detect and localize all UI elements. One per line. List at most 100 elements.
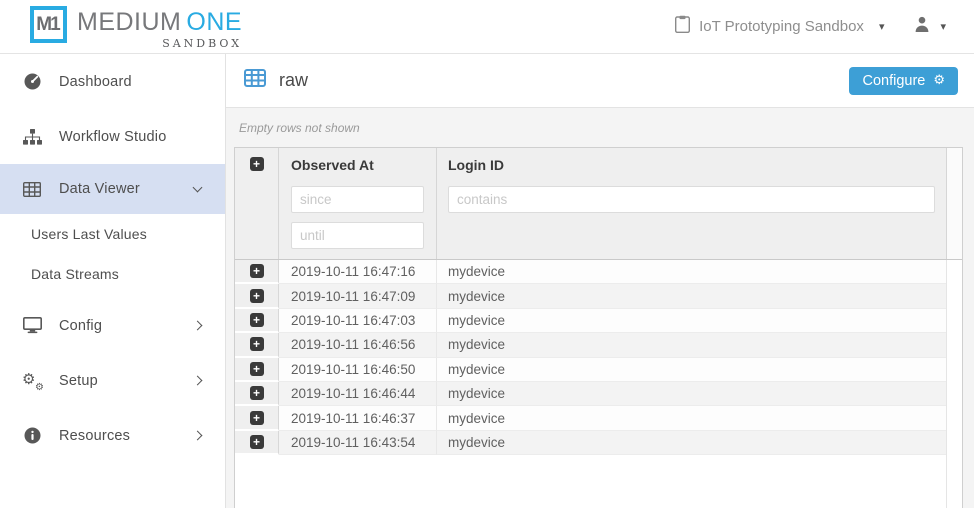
expand-row-button[interactable]: + bbox=[250, 289, 264, 303]
observed-at-cell: 2019-10-11 16:46:37 bbox=[279, 406, 437, 430]
brand-name-primary: MEDIUM bbox=[77, 8, 181, 36]
sidebar-item-workflow-studio[interactable]: Workflow Studio bbox=[0, 109, 225, 164]
table-row: + 2019-10-11 16:46:44 mydevice bbox=[235, 382, 946, 406]
table-row: + 2019-10-11 16:46:56 mydevice bbox=[235, 333, 946, 357]
content-body: Empty rows not shown + Observed At bbox=[226, 108, 974, 508]
filter-since-input[interactable] bbox=[291, 186, 424, 213]
logo-monogram: M1 bbox=[36, 14, 60, 36]
expand-all-cell: + bbox=[235, 148, 279, 259]
workspace-switcher[interactable]: IoT Prototyping Sandbox ▾ bbox=[675, 15, 884, 38]
brand-name-accent: ONE bbox=[186, 8, 242, 36]
empty-rows-note: Empty rows not shown bbox=[239, 121, 963, 135]
login-id-cell: mydevice bbox=[437, 260, 946, 284]
expand-cell: + bbox=[235, 406, 279, 430]
expand-row-button[interactable]: + bbox=[250, 435, 264, 449]
login-id-cell: mydevice bbox=[437, 382, 946, 406]
observed-at-cell: 2019-10-11 16:47:09 bbox=[279, 284, 437, 308]
content-header: raw Configure ⚙ bbox=[226, 54, 974, 108]
expand-cell: + bbox=[235, 431, 279, 455]
column-header-observed-at: Observed At bbox=[291, 157, 424, 173]
sidebar-subitem-label: Data Streams bbox=[31, 266, 119, 282]
expand-all-button[interactable]: + bbox=[250, 157, 264, 171]
table-row: + 2019-10-11 16:43:54 mydevice bbox=[235, 431, 946, 455]
expand-row-button[interactable]: + bbox=[250, 362, 264, 376]
expand-row-button[interactable]: + bbox=[250, 264, 264, 278]
expand-cell: + bbox=[235, 333, 279, 357]
expand-row-button[interactable]: + bbox=[250, 313, 264, 327]
user-menu[interactable]: ▾ bbox=[914, 16, 954, 37]
column-observed-at: Observed At bbox=[279, 148, 437, 259]
login-id-cell: mydevice bbox=[437, 358, 946, 382]
expand-cell: + bbox=[235, 309, 279, 333]
configure-button[interactable]: Configure ⚙ bbox=[849, 67, 958, 95]
table-row: + 2019-10-11 16:46:50 mydevice bbox=[235, 358, 946, 382]
table-rows: + 2019-10-11 16:47:16 mydevice + 2019-10… bbox=[235, 260, 946, 508]
table-row: + 2019-10-11 16:47:03 mydevice bbox=[235, 309, 946, 333]
brand-logo[interactable]: M1 MEDIUMONE SANDBOX bbox=[30, 3, 242, 50]
sidebar-item-dashboard[interactable]: Dashboard bbox=[0, 54, 225, 109]
expand-cell: + bbox=[235, 260, 279, 284]
chevron-down-icon: ▾ bbox=[879, 20, 885, 33]
sidebar-item-users-last-values[interactable]: Users Last Values bbox=[0, 214, 225, 254]
expand-cell: + bbox=[235, 284, 279, 308]
table-header: + Observed At Login ID bbox=[235, 148, 962, 260]
chevron-right-icon bbox=[193, 321, 203, 331]
sidebar-item-config[interactable]: Config bbox=[0, 298, 225, 353]
expand-cell: + bbox=[235, 358, 279, 382]
expand-cell: + bbox=[235, 382, 279, 406]
filter-until-input[interactable] bbox=[291, 222, 424, 249]
gauge-icon bbox=[22, 73, 42, 90]
observed-at-cell: 2019-10-11 16:43:54 bbox=[279, 431, 437, 455]
sidebar-subitem-label: Users Last Values bbox=[31, 226, 147, 242]
chevron-down-icon: ▾ bbox=[940, 20, 946, 33]
main-content: raw Configure ⚙ Empty rows not shown + bbox=[226, 54, 974, 508]
table-row: + 2019-10-11 16:47:09 mydevice bbox=[235, 284, 946, 308]
filter-contains-input[interactable] bbox=[448, 186, 935, 213]
sidebar-item-label: Data Viewer bbox=[59, 181, 140, 197]
table-row: + 2019-10-11 16:47:16 mydevice bbox=[235, 260, 946, 284]
chevron-right-icon bbox=[193, 376, 203, 386]
brand-subtitle: SANDBOX bbox=[162, 37, 242, 50]
observed-at-cell: 2019-10-11 16:47:16 bbox=[279, 260, 437, 284]
login-id-cell: mydevice bbox=[437, 333, 946, 357]
configure-button-label: Configure bbox=[862, 73, 925, 89]
workspace-label: IoT Prototyping Sandbox bbox=[699, 18, 864, 35]
sidebar-item-data-viewer[interactable]: Data Viewer bbox=[0, 164, 225, 214]
app-window: M1 MEDIUMONE SANDBOX IoT Prototyping San… bbox=[0, 0, 974, 508]
sidebar-item-label: Config bbox=[59, 318, 102, 334]
observed-at-cell: 2019-10-11 16:46:44 bbox=[279, 382, 437, 406]
sidebar-item-data-streams[interactable]: Data Streams bbox=[0, 254, 225, 294]
chevron-down-icon bbox=[193, 183, 203, 193]
logo-text: MEDIUMONE SANDBOX bbox=[77, 3, 242, 50]
expand-row-button[interactable]: + bbox=[250, 337, 264, 351]
table-icon bbox=[22, 182, 42, 197]
expand-row-button[interactable]: + bbox=[250, 411, 264, 425]
table-row: + 2019-10-11 16:46:37 mydevice bbox=[235, 406, 946, 430]
sidebar-item-label: Resources bbox=[59, 428, 130, 444]
expand-row-button[interactable]: + bbox=[250, 386, 264, 400]
topbar-right: IoT Prototyping Sandbox ▾ ▾ bbox=[675, 15, 954, 38]
info-icon bbox=[22, 427, 42, 444]
table-scroll-spacer bbox=[946, 260, 962, 508]
sidebar-item-label: Setup bbox=[59, 373, 98, 389]
monitor-icon bbox=[22, 317, 42, 334]
login-id-cell: mydevice bbox=[437, 431, 946, 455]
column-header-login-id: Login ID bbox=[448, 157, 935, 173]
sidebar-item-label: Workflow Studio bbox=[59, 129, 167, 145]
sidebar-item-setup[interactable]: ⚙⚙ Setup bbox=[0, 353, 225, 408]
observed-at-cell: 2019-10-11 16:46:56 bbox=[279, 333, 437, 357]
page-title: raw bbox=[279, 70, 308, 91]
clipboard-icon bbox=[675, 15, 690, 38]
table-body: + 2019-10-11 16:47:16 mydevice + 2019-10… bbox=[235, 260, 962, 508]
sidebar: Dashboard Workflow Studio Data Viewer Us… bbox=[0, 54, 226, 508]
sidebar-item-resources[interactable]: Resources bbox=[0, 408, 225, 463]
gears-icon: ⚙⚙ bbox=[22, 372, 42, 390]
logo-monogram-icon: M1 bbox=[30, 6, 67, 43]
gear-icon: ⚙ bbox=[933, 74, 945, 87]
table-scroll-spacer bbox=[946, 148, 962, 259]
login-id-cell: mydevice bbox=[437, 309, 946, 333]
login-id-cell: mydevice bbox=[437, 284, 946, 308]
login-id-cell: mydevice bbox=[437, 406, 946, 430]
sitemap-icon bbox=[22, 129, 42, 145]
observed-at-cell: 2019-10-11 16:46:50 bbox=[279, 358, 437, 382]
